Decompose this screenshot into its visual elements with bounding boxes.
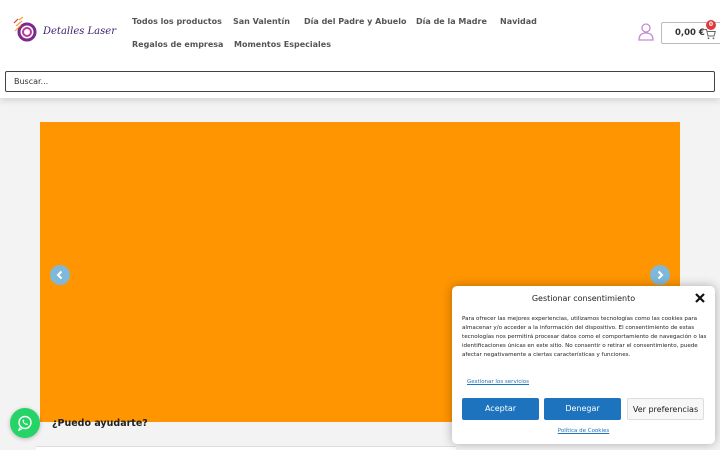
logo-icon <box>13 16 37 42</box>
cookie-policy: Política de Cookies <box>452 428 715 434</box>
chevron-right-icon <box>657 270 664 280</box>
search-input[interactable] <box>5 71 715 92</box>
site-header: Detalles Laser Todos los productos San V… <box>0 0 720 98</box>
nav-item-san-valentin[interactable]: San Valentín <box>233 17 290 26</box>
cart-total: 0,00 € <box>675 28 705 38</box>
site-logo[interactable]: Detalles Laser <box>13 14 116 44</box>
nav-item-navidad[interactable]: Navidad <box>500 17 537 26</box>
cookie-policy-link[interactable]: Política de Cookies <box>558 428 610 434</box>
consent-body: Para ofrecer las mejores experiencias, u… <box>462 316 707 359</box>
nav-item-regalos-de-empresa[interactable]: Regalos de empresa <box>132 40 223 49</box>
user-icon[interactable] <box>638 23 654 41</box>
nav-item-dia-de-la-madre[interactable]: Día de la Madre <box>416 17 487 26</box>
chevron-left-icon <box>56 270 63 280</box>
content-card <box>36 446 456 450</box>
whatsapp-icon <box>17 415 32 431</box>
cart-button[interactable]: 0,00 € 0 <box>661 20 720 44</box>
consent-dialog: Gestionar consentimiento Para ofrecer la… <box>452 286 715 444</box>
slider-next-button[interactable] <box>650 265 670 285</box>
cart-count-badge: 0 <box>706 20 716 30</box>
consent-title: Gestionar consentimiento <box>531 294 636 303</box>
preferences-button[interactable]: Ver preferencias <box>627 398 704 420</box>
nav-item-dia-del-padre[interactable]: Día del Padre y Abuelo <box>304 17 406 26</box>
close-icon[interactable] <box>694 292 706 304</box>
nav-item-todos-los-productos[interactable]: Todos los productos <box>132 17 222 26</box>
manage-services-link[interactable]: Gestionar los servicios <box>467 379 529 385</box>
accept-button[interactable]: Aceptar <box>462 398 539 420</box>
slider-prev-button[interactable] <box>50 265 70 285</box>
nav-item-momentos-especiales[interactable]: Momentos Especiales <box>234 40 331 49</box>
whatsapp-button[interactable] <box>10 408 40 438</box>
deny-button[interactable]: Denegar <box>544 398 621 420</box>
brand-name: Detalles Laser <box>43 26 116 37</box>
help-text: ¿Puedo ayudarte? <box>52 418 148 429</box>
